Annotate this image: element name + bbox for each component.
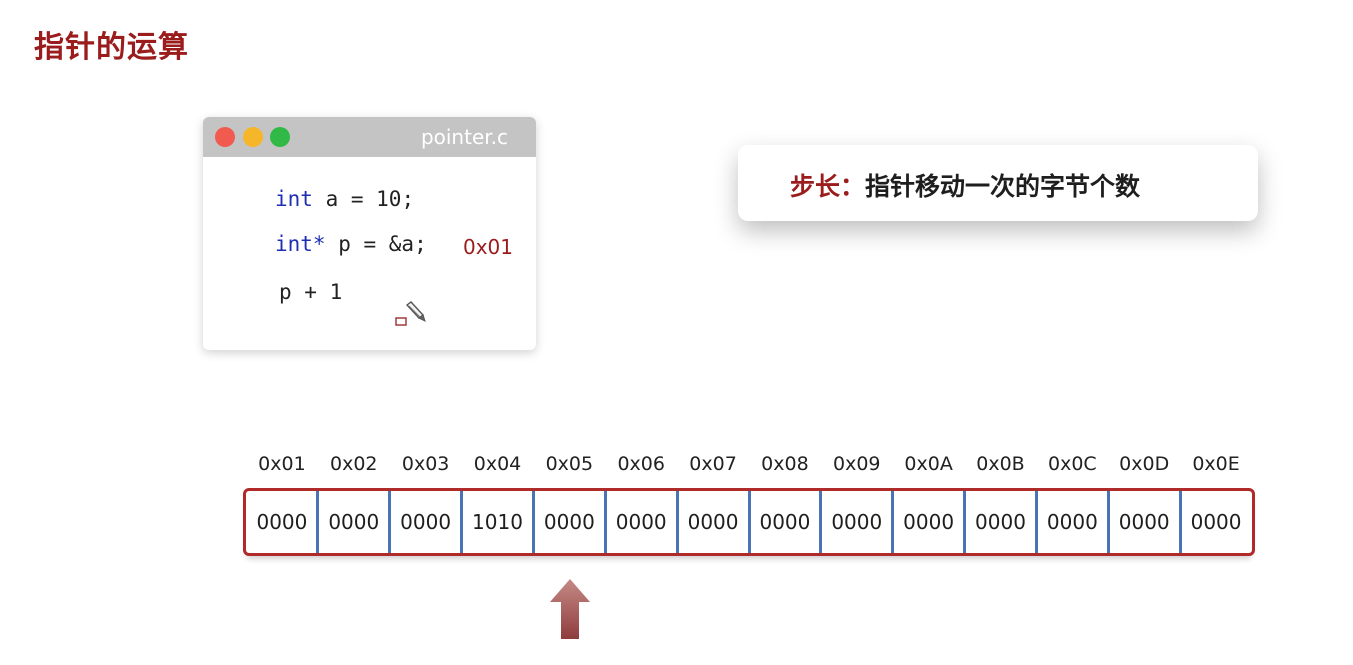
window-filename: pointer.c — [420, 125, 508, 149]
memory-cell-divider — [963, 491, 967, 553]
memory-address-label: 0x0B — [976, 453, 1025, 475]
memory-address-label: 0x0C — [1048, 453, 1097, 475]
step-length-card: 步长：指针移动一次的字节个数 — [738, 145, 1258, 221]
code-line-1: int a = 10; — [275, 187, 414, 211]
memory-cell: 0000 — [1118, 510, 1170, 534]
step-length-label: 步长： — [790, 172, 866, 201]
memory-cell-divider — [603, 491, 607, 553]
memory-cell: 0000 — [615, 510, 667, 534]
memory-cell: 0000 — [400, 510, 452, 534]
memory-row: 0000 0000 0000 1010 0000 0000 0000 0000 0000 0000… — [243, 488, 1255, 556]
memory-cell-divider — [460, 491, 464, 553]
memory-cell: 0000 — [543, 510, 595, 534]
memory-cell-divider — [1178, 491, 1182, 553]
code-text: p + 1 — [279, 280, 343, 304]
code-keyword: int — [275, 187, 313, 211]
memory-cell-divider — [531, 491, 535, 553]
maximize-dot-icon[interactable] — [270, 127, 290, 147]
memory-cell: 0000 — [1190, 510, 1242, 534]
memory-address-label: 0x07 — [689, 453, 737, 475]
memory-address-label: 0x05 — [545, 453, 594, 475]
pointer-arrow-icon — [550, 579, 590, 639]
memory-cell: 0000 — [1046, 510, 1098, 534]
memory-cell-divider — [675, 491, 679, 553]
close-dot-icon[interactable] — [215, 127, 235, 147]
memory-cell: 0000 — [975, 510, 1026, 534]
memory-cell-divider — [819, 491, 823, 553]
memory-cell-divider — [1034, 491, 1038, 553]
memory-cell-divider — [747, 491, 751, 553]
memory-address-label: 0x0A — [904, 453, 953, 475]
memory-address-label: 0x09 — [833, 453, 881, 475]
memory-cell: 0000 — [328, 510, 380, 534]
memory-address-label: 0x06 — [617, 453, 665, 475]
code-window: pointer.c int a = 10; int* p = &a; p + 1… — [203, 117, 536, 350]
pencil-cursor-icon — [395, 301, 426, 326]
memory-cell: 0000 — [687, 510, 739, 534]
memory-cell: 0000 — [903, 510, 955, 534]
code-line-2: int* p = &a; — [275, 232, 427, 256]
memory-address-label: 0x04 — [473, 453, 522, 475]
window-title-bar: pointer.c — [203, 117, 536, 157]
memory-address-labels: 0x01 0x02 0x03 0x04 0x05 0x06 0x07 0x08 0x09 0x0A… — [243, 453, 1257, 481]
step-length-text: 步长：指针移动一次的字节个数 — [790, 167, 1140, 203]
memory-cell: 0000 — [831, 510, 883, 534]
memory-address-label: 0x08 — [761, 453, 809, 475]
memory-address-label: 0x03 — [401, 453, 450, 475]
minimize-dot-icon[interactable] — [243, 127, 263, 147]
memory-cell: 1010 — [472, 510, 523, 534]
memory-cell-divider — [891, 491, 895, 553]
memory-address-label: 0x01 — [258, 453, 306, 475]
memory-cell-divider — [316, 491, 320, 553]
address-annotation: 0x01 — [463, 235, 514, 259]
code-keyword: int* — [275, 232, 326, 256]
memory-address-label: 0x0D — [1119, 453, 1170, 475]
memory-cell-divider — [1106, 491, 1110, 553]
memory-cell: 0000 — [256, 510, 308, 534]
memory-cell: 0000 — [759, 510, 811, 534]
code-line-3: p + 1 — [279, 280, 342, 304]
code-text: a = 10; — [312, 187, 415, 211]
memory-address-label: 0x0E — [1192, 453, 1240, 475]
page-title: 指针的运算 — [34, 30, 189, 65]
code-text: p = &a; — [325, 232, 427, 256]
step-length-definition: 指针移动一次的字节个数 — [865, 172, 1141, 201]
memory-cell-divider — [388, 491, 392, 553]
memory-address-label: 0x02 — [330, 453, 378, 475]
